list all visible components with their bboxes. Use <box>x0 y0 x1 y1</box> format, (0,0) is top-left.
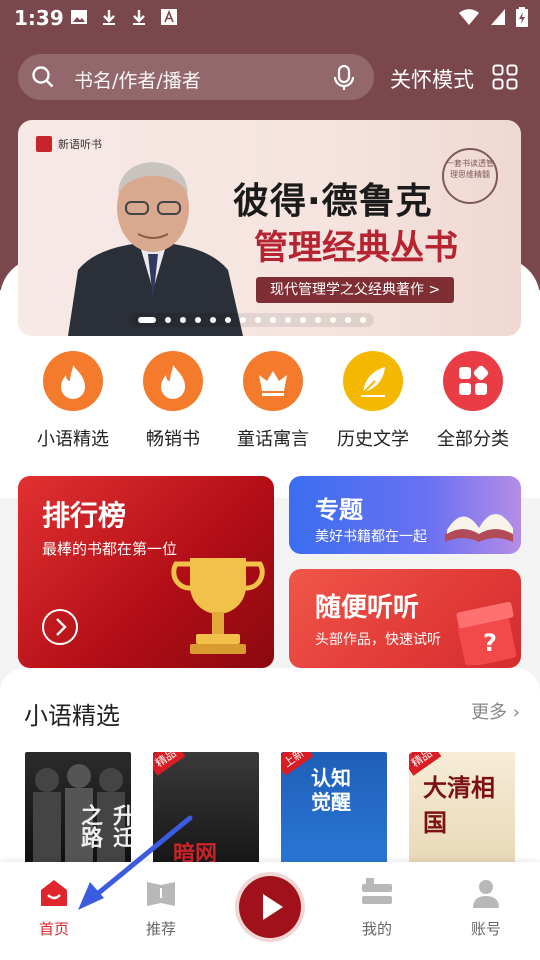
feature-cards: 排行榜 最棒的书都在第一位 专题 美好书籍都在一起 随便听听 头部作品，快速试听… <box>0 458 540 678</box>
chevron-right-icon[interactable] <box>42 609 78 645</box>
book-badge: 上新 <box>281 752 314 776</box>
featured-section: 小语精选 更多 › 升迁之路 精品 暗网 上新 认知觉醒 精品 大清相国 <box>0 668 540 868</box>
gift-box-icon: ? <box>456 601 517 665</box>
category-history[interactable]: 历史文学 <box>323 348 423 451</box>
trophy-icon <box>171 558 265 654</box>
carousel-dot <box>165 317 171 323</box>
carousel-dot <box>270 317 276 323</box>
search-placeholder: 书名/作者/播者 <box>74 70 201 92</box>
carousel-dot <box>285 317 291 323</box>
carousel-dot <box>225 317 231 323</box>
svg-text:?: ? <box>483 629 497 657</box>
topic-subtitle: 美好书籍都在一起 <box>315 529 427 545</box>
banner-tagline: 现代管理学之父经典著作 > <box>256 277 455 303</box>
book-open-icon <box>147 882 175 906</box>
book-cover[interactable]: 精品 大清相国 <box>409 752 515 868</box>
more-link[interactable]: 更多 › <box>471 698 520 724</box>
tab-recommend[interactable]: 推荐 <box>121 878 201 939</box>
category-bestseller[interactable]: 畅销书 <box>123 348 223 451</box>
category-all[interactable]: 全部分类 <box>423 348 523 451</box>
book-title: 升迁之路 <box>77 804 131 848</box>
book-cover[interactable]: 精品 暗网 <box>153 752 259 868</box>
carousel-dot <box>138 317 156 323</box>
promo-banner[interactable]: 新语听书 彼得·德鲁克 管理经典丛书 现代管理学之父经典著作 > 一套书读透管理… <box>18 120 521 336</box>
topic-card[interactable]: 专题 美好书籍都在一起 <box>289 476 521 554</box>
tab-home[interactable]: 首页 <box>14 878 94 939</box>
ranking-subtitle: 最棒的书都在第一位 <box>42 540 178 558</box>
book-cover[interactable]: 上新 认知觉醒 <box>281 752 387 868</box>
carousel-dot <box>195 317 201 323</box>
carousel-dot <box>315 317 321 323</box>
category-fairy-tales[interactable]: 童话寓言 <box>223 348 323 451</box>
crown-icon <box>243 351 303 411</box>
grid-menu-icon[interactable] <box>492 64 518 90</box>
download-icon <box>103 10 115 25</box>
author-portrait <box>68 162 243 336</box>
book-badge: 精品 <box>153 752 186 776</box>
category-xiaoyu[interactable]: 小语精选 <box>23 348 123 451</box>
brand-logo <box>36 136 52 152</box>
battery-icon <box>516 7 528 27</box>
home-icon <box>41 880 67 906</box>
book-title: 认知觉醒 <box>311 766 351 814</box>
random-subtitle: 头部作品，快速试听 <box>315 632 441 648</box>
tab-account[interactable]: 账号 <box>446 878 526 939</box>
tab-mine[interactable]: 我的 <box>337 878 417 939</box>
carousel-dot <box>345 317 351 323</box>
category-row: 小语精选 畅销书 童话寓言 历史文学 全部分类 <box>0 348 540 458</box>
carousel-indicator <box>130 313 374 327</box>
wifi-icon <box>459 9 479 25</box>
banner-title: 彼得·德鲁克 <box>233 181 433 222</box>
user-icon <box>473 880 499 908</box>
flame-icon <box>143 351 203 411</box>
carousel-dot <box>300 317 306 323</box>
ranking-title: 排行榜 <box>42 499 127 532</box>
random-title: 随便听听 <box>315 593 420 623</box>
banner-seal: 一套书读透管理思维精髓 <box>442 148 498 204</box>
chevron-right-icon: › <box>512 702 520 723</box>
care-mode-button[interactable]: 关怀模式 <box>390 64 474 94</box>
banner-subtitle: 管理经典丛书 <box>254 228 458 268</box>
section-title: 小语精选 <box>24 702 120 730</box>
play-button[interactable] <box>239 876 301 938</box>
grid-icon <box>443 351 503 411</box>
carousel-dot <box>180 317 186 323</box>
books-icon <box>362 878 392 904</box>
ranking-card[interactable]: 排行榜 最棒的书都在第一位 <box>18 476 274 668</box>
download-icon <box>133 10 145 25</box>
image-icon <box>71 10 87 24</box>
status-time: 1:39 <box>14 6 64 30</box>
search-bar[interactable]: 书名/作者/播者 <box>18 54 374 100</box>
microphone-icon[interactable] <box>334 65 354 91</box>
carousel-dot <box>240 317 246 323</box>
book-cover[interactable]: 升迁之路 <box>25 752 131 868</box>
open-book-icon <box>445 514 513 542</box>
play-icon <box>263 894 283 920</box>
font-icon <box>161 9 177 25</box>
flame-icon <box>43 351 103 411</box>
carousel-dot <box>255 317 261 323</box>
search-icon <box>32 66 54 88</box>
feather-icon <box>343 351 403 411</box>
topic-title: 专题 <box>315 496 363 524</box>
status-bar: 1:39 <box>0 0 540 36</box>
carousel-dot <box>360 317 366 323</box>
signal-icon <box>491 9 505 25</box>
random-listen-card[interactable]: 随便听听 头部作品，快速试听 ? <box>289 569 521 668</box>
carousel-dot <box>210 317 216 323</box>
book-title: 大清相国 <box>423 774 495 837</box>
carousel-dot <box>330 317 336 323</box>
